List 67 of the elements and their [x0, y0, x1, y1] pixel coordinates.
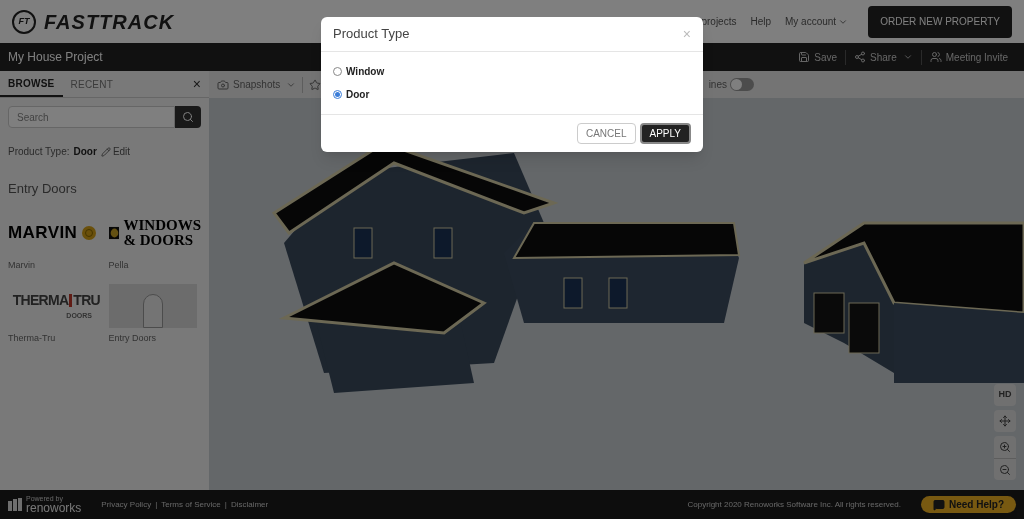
zoom-out-icon: [999, 463, 1011, 476]
order-new-property-button[interactable]: ORDER NEW PROPERTY: [868, 5, 1012, 38]
product-name: Pella: [108, 258, 130, 272]
product-name: Therma-Tru: [8, 332, 57, 345]
logo-text: THERMA: [12, 291, 69, 311]
toggle-label: ines: [708, 78, 727, 92]
move-icon: [999, 415, 1011, 427]
copyright-text: Copyright 2020 Renoworks Software Inc. All rights reserved.: [687, 498, 901, 511]
caret-icon: [902, 52, 913, 62]
link-separator: |: [155, 498, 158, 511]
nav-link[interactable]: projects: [701, 14, 737, 29]
footer-link[interactable]: Privacy Policy: [101, 498, 152, 511]
close-button[interactable]: ×: [682, 23, 691, 45]
filter-label: Product Type:: [8, 145, 70, 159]
users-icon: [929, 51, 942, 63]
apply-button[interactable]: APPLY: [639, 123, 691, 144]
logo-text: MARVIN: [8, 221, 78, 244]
footer-link[interactable]: Terms of Service: [161, 498, 221, 511]
link-separator: |: [224, 498, 227, 511]
nav-link[interactable]: Help: [750, 14, 771, 29]
sidebar-tab[interactable]: BROWSE: [0, 71, 63, 97]
pan-button[interactable]: [994, 410, 1016, 432]
radio-option[interactable]: Window: [333, 64, 691, 79]
need-help-button[interactable]: Need Help?: [921, 496, 1016, 513]
project-title: My House Project: [8, 49, 103, 66]
nav-link[interactable]: My account: [785, 14, 849, 29]
radio-button[interactable]: [333, 90, 342, 99]
brand-text: renoworks: [26, 502, 82, 514]
pencil-icon: [100, 146, 111, 157]
product-tile[interactable]: MARVIN Marvin: [8, 210, 101, 272]
toolbar-action-button[interactable]: Meeting Invite: [920, 49, 1016, 65]
radio-option[interactable]: Door: [333, 87, 691, 102]
logo-text: TRU: [73, 291, 100, 311]
sidebar-tab[interactable]: RECENT: [62, 71, 122, 97]
renoworks-logo-icon: [8, 498, 22, 511]
cancel-button[interactable]: CANCEL: [576, 123, 636, 144]
star-icon: [309, 78, 322, 91]
toolbar-action-button[interactable]: Share: [845, 49, 921, 65]
logo-text: WINDOWS: [123, 217, 201, 233]
footer-link[interactable]: Disclaimer: [230, 498, 269, 511]
dialog-title: Product Type: [333, 25, 410, 44]
close-button[interactable]: ×: [192, 73, 201, 95]
product-tile[interactable]: WINDOWS & DOORS Pella: [108, 210, 201, 272]
section-heading: Entry Doors: [8, 180, 78, 198]
search-button[interactable]: [175, 106, 201, 128]
hd-button[interactable]: HD: [994, 384, 1016, 406]
search-icon: [182, 111, 194, 123]
filter-value: Door: [73, 145, 97, 159]
toggle-switch[interactable]: [730, 78, 754, 91]
camera-icon: [217, 78, 229, 91]
chat-icon: [933, 498, 945, 511]
logo-mark: [69, 294, 73, 308]
save-icon: [798, 51, 811, 63]
zoom-out-button[interactable]: [994, 458, 1016, 480]
product-tile[interactable]: Entry Doors: [108, 284, 201, 346]
share-icon: [854, 51, 867, 63]
toolbar-action-button[interactable]: Save: [790, 49, 846, 65]
logo-text: FASTTRACK: [44, 9, 175, 35]
product-name: Marvin: [8, 258, 36, 272]
logo-mark: FT: [12, 9, 36, 34]
zoom-in-button[interactable]: [994, 436, 1016, 458]
product-name: Entry Doors: [108, 332, 157, 345]
zoom-in-icon: [999, 441, 1011, 453]
logo-text: & DOORS: [123, 232, 195, 248]
edit-link[interactable]: Edit: [100, 144, 131, 159]
snapshots-button[interactable]: Snapshots: [217, 77, 297, 92]
search-field[interactable]: Search: [8, 106, 175, 128]
